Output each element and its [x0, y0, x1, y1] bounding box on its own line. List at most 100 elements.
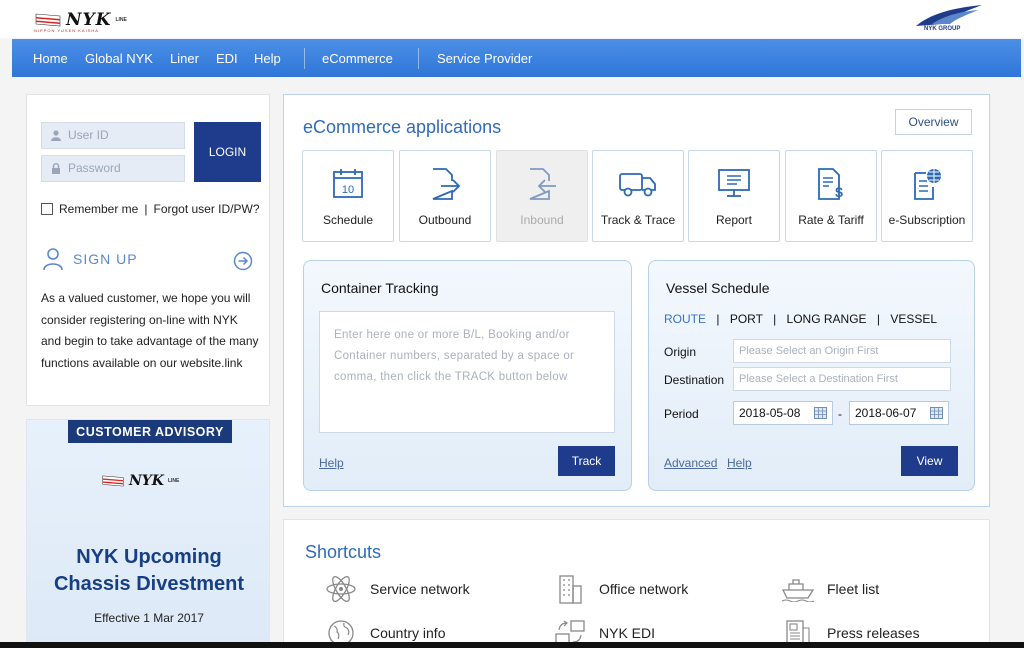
- ecommerce-title: eCommerce applications: [303, 117, 502, 137]
- nav-ecommerce[interactable]: eCommerce: [322, 39, 393, 77]
- period-from-input[interactable]: 2018-05-08: [733, 401, 833, 425]
- app-label-e-subscription: e-Subscription: [888, 213, 966, 227]
- top-header: NYK LINE NIPPON YUSEN KAISHA NYK GROUP: [0, 0, 1024, 38]
- remember-checkbox[interactable]: [41, 203, 53, 215]
- shortcut-service-network[interactable]: Service network: [324, 575, 470, 603]
- signup-row[interactable]: SIGN UP: [43, 247, 253, 271]
- building-icon: [553, 575, 587, 604]
- advanced-link[interactable]: Advanced: [664, 456, 717, 470]
- shortcuts-panel: Shortcuts Service network Office network: [283, 519, 990, 648]
- lock-icon: [52, 163, 60, 174]
- nav-service-provider[interactable]: Service Provider: [437, 39, 532, 77]
- arrow-circle-right-icon[interactable]: [233, 251, 253, 271]
- calendar-picker-icon[interactable]: [930, 407, 943, 419]
- main-navbar: Home Global NYK Liner EDI Help eCommerce…: [12, 39, 1021, 77]
- period-to-input[interactable]: 2018-06-07: [849, 401, 949, 425]
- nav-help[interactable]: Help: [254, 39, 281, 77]
- shortcuts-title: Shortcuts: [305, 542, 382, 562]
- app-label-schedule: Schedule: [322, 213, 374, 227]
- nyk-group-logo[interactable]: NYK GROUP: [912, 4, 984, 34]
- nyk-flag-icon: [102, 475, 124, 487]
- container-tracking-card: Container Tracking Enter here one or mor…: [303, 260, 632, 491]
- destination-input[interactable]: Please Select a Destination First: [733, 367, 951, 391]
- vessel-schedule-title: Vessel Schedule: [666, 280, 770, 296]
- app-tile-rate-tariff[interactable]: $ Rate & Tariff: [785, 150, 877, 242]
- view-button[interactable]: View: [901, 446, 958, 476]
- tab-route[interactable]: ROUTE: [664, 312, 706, 326]
- login-panel: User ID Password LOGIN Remember me | For…: [26, 94, 270, 406]
- signup-description: As a valued customer, we hope you will c…: [41, 291, 259, 370]
- logo-text: NYK: [66, 10, 112, 30]
- tracking-help-link[interactable]: Help: [319, 456, 344, 470]
- overview-button[interactable]: Overview: [895, 109, 972, 135]
- monitor-report-icon: [689, 167, 779, 201]
- password-field[interactable]: Password: [41, 155, 185, 182]
- nav-divider: [418, 48, 419, 69]
- app-tile-e-subscription[interactable]: e-Subscription: [881, 150, 973, 242]
- shortcut-fleet-list[interactable]: Fleet list: [781, 575, 879, 603]
- login-button[interactable]: LOGIN: [194, 122, 261, 182]
- calendar-day: 10: [342, 184, 354, 196]
- app-tile-outbound[interactable]: Outbound: [399, 150, 491, 242]
- origin-label: Origin: [664, 345, 697, 359]
- advisory-logo-text: NYK: [129, 473, 164, 489]
- customer-advisory-banner[interactable]: CUSTOMER ADVISORY NYK LINE NYK Upcoming …: [26, 419, 270, 648]
- advisory-effective-date: Effective 1 Mar 2017: [94, 611, 204, 625]
- shortcut-label-fleet-list: Fleet list: [827, 581, 880, 597]
- atom-network-icon: [324, 575, 358, 603]
- subscription-globe-icon: [882, 167, 972, 201]
- vessel-help-link[interactable]: Help: [727, 456, 752, 470]
- tab-vessel[interactable]: VESSEL: [890, 312, 937, 326]
- advisory-tag: CUSTOMER ADVISORY: [68, 420, 232, 443]
- advisory-title: NYK Upcoming Chassis Divestment: [27, 544, 269, 598]
- app-tile-track-trace[interactable]: Track & Trace: [592, 150, 684, 242]
- period-to-value: 2018-06-07: [855, 406, 917, 420]
- track-button[interactable]: Track: [558, 446, 615, 476]
- vessel-schedule-card: Vessel Schedule ROUTE | PORT | LONG RANG…: [648, 260, 975, 491]
- user-id-field[interactable]: User ID: [41, 122, 185, 149]
- user-id-placeholder: User ID: [68, 128, 109, 142]
- inbound-icon: [497, 167, 587, 201]
- user-outline-icon: [43, 248, 63, 271]
- destination-label: Destination: [664, 373, 725, 387]
- container-number-textarea[interactable]: Enter here one or more B/L, Booking and/…: [319, 311, 615, 433]
- advisory-title-line2: Chassis Divestment: [53, 573, 245, 595]
- password-placeholder: Password: [68, 161, 121, 175]
- calendar-icon: 10: [303, 167, 393, 201]
- app-label-report: Report: [715, 213, 753, 227]
- tab-long-range[interactable]: LONG RANGE: [787, 312, 867, 326]
- remember-label[interactable]: Remember me: [59, 202, 138, 216]
- tab-separator: |: [876, 312, 881, 326]
- signup-label[interactable]: SIGN UP: [73, 251, 138, 267]
- app-tile-inbound[interactable]: Inbound: [496, 150, 588, 242]
- nav-edi[interactable]: EDI: [216, 39, 238, 77]
- window-bottom-edge: [0, 642, 1024, 648]
- origin-input[interactable]: Please Select an Origin First: [733, 339, 951, 363]
- nav-global-nyk[interactable]: Global NYK: [85, 39, 153, 77]
- shortcut-office-network[interactable]: Office network: [553, 575, 688, 604]
- user-icon: [51, 130, 61, 141]
- nyk-flag-icon: [34, 12, 62, 28]
- calendar-picker-icon[interactable]: [814, 407, 827, 419]
- nav-liner[interactable]: Liner: [170, 39, 199, 77]
- logo-line-text: LINE: [115, 17, 127, 23]
- period-label: Period: [664, 407, 699, 421]
- app-label-rate-tariff: Rate & Tariff: [798, 213, 864, 227]
- shortcut-label-press-releases: Press releases: [827, 625, 920, 641]
- nyk-line-logo[interactable]: NYK LINE: [34, 10, 127, 30]
- tab-port[interactable]: PORT: [730, 312, 763, 326]
- ship-icon: [781, 575, 815, 603]
- app-tile-report[interactable]: Report: [688, 150, 780, 242]
- app-tile-schedule[interactable]: 10 Schedule: [302, 150, 394, 242]
- forgot-link[interactable]: Forgot user ID/PW?: [153, 202, 259, 216]
- truck-icon: [593, 167, 683, 201]
- period-from-value: 2018-05-08: [739, 406, 801, 420]
- nav-divider: [304, 48, 305, 69]
- advisory-logo-line: LINE: [167, 478, 180, 484]
- app-label-outbound: Outbound: [418, 213, 472, 227]
- app-label-track-trace: Track & Trace: [600, 213, 676, 227]
- nav-home[interactable]: Home: [33, 39, 68, 77]
- shortcut-label-nyk-edi: NYK EDI: [599, 625, 656, 641]
- period-dash: -: [838, 407, 842, 421]
- shortcut-label-service-network: Service network: [370, 581, 470, 597]
